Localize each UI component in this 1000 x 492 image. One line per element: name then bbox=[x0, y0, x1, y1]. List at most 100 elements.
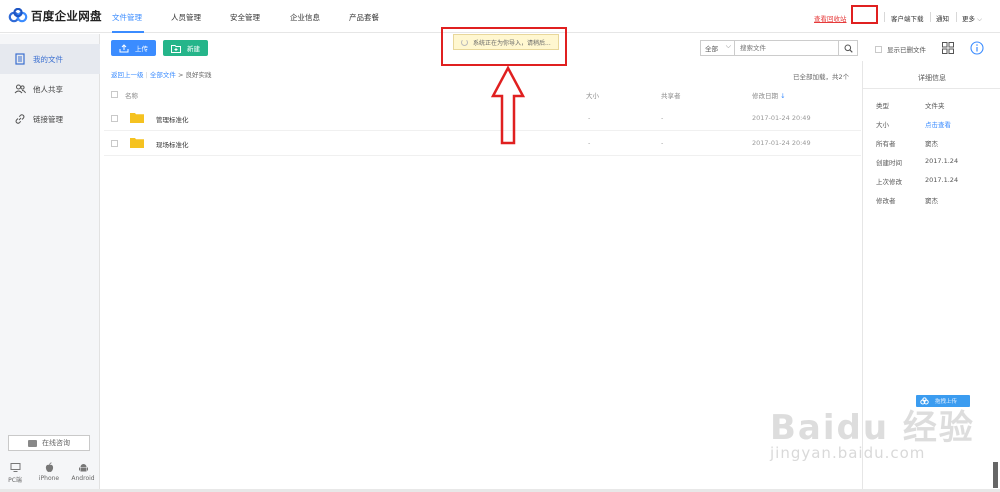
file-name[interactable]: 管理标准化 bbox=[156, 114, 189, 124]
file-size: - bbox=[588, 114, 591, 122]
folder-icon bbox=[130, 113, 144, 123]
row-checkbox[interactable] bbox=[111, 140, 118, 147]
client-download-link[interactable]: 客户端下载 bbox=[891, 13, 924, 23]
nav-product-plans[interactable]: 产品套餐 bbox=[349, 12, 379, 23]
table-row[interactable]: 管理标准化 - - 2017-01-24 20:49 bbox=[104, 106, 861, 131]
upload-label: 上传 bbox=[135, 45, 148, 53]
nav-people-management[interactable]: 人员管理 bbox=[171, 12, 201, 23]
sort-arrow-icon: ↓ bbox=[780, 92, 786, 100]
search-input[interactable] bbox=[734, 40, 839, 56]
detail-value: 文件夹 bbox=[925, 102, 945, 110]
view-size-link[interactable]: 点击查看 bbox=[925, 119, 951, 129]
detail-value: 窦杰 bbox=[925, 140, 938, 148]
loaded-status: 已全部加载，共2个 bbox=[793, 73, 850, 81]
logo[interactable]: 百度企业网盘 bbox=[8, 8, 102, 24]
chat-icon bbox=[28, 439, 37, 447]
device-label: iPhone bbox=[38, 475, 60, 482]
highlight-box-small bbox=[851, 5, 878, 24]
file-size: - bbox=[588, 139, 591, 147]
document-icon bbox=[15, 53, 25, 65]
online-chat-button[interactable]: 在线咨询 bbox=[8, 435, 90, 451]
grid-view-icon[interactable] bbox=[942, 42, 954, 54]
iphone-client-link[interactable]: iPhone bbox=[36, 462, 62, 482]
select-all-checkbox[interactable] bbox=[111, 91, 118, 98]
pc-client-link[interactable]: PC端 bbox=[2, 462, 28, 484]
detail-value: 窦杰 bbox=[925, 197, 938, 205]
file-date: 2017-01-24 20:49 bbox=[752, 114, 811, 122]
divider bbox=[930, 12, 931, 22]
detail-key: 所有者 bbox=[876, 140, 896, 148]
breadcrumb-separator: > bbox=[177, 71, 184, 79]
show-deleted-checkbox[interactable] bbox=[875, 45, 882, 53]
divider bbox=[863, 88, 1000, 89]
column-header-date[interactable]: 修改日期 ↓ bbox=[752, 90, 786, 100]
sidebar-item-shared[interactable]: 他人共享 bbox=[0, 74, 100, 104]
people-icon bbox=[14, 84, 26, 94]
detail-value: 2017.1.24 bbox=[925, 157, 959, 165]
recycle-bin-link[interactable]: 查看回收站 bbox=[814, 13, 847, 23]
divider bbox=[956, 12, 957, 22]
date-header-label: 修改日期 bbox=[752, 92, 778, 100]
upload-button[interactable]: 上传 bbox=[111, 40, 156, 56]
watermark-brand: Baidu 经验 bbox=[770, 408, 975, 448]
info-icon[interactable] bbox=[970, 41, 984, 55]
file-name[interactable]: 现场标准化 bbox=[156, 139, 189, 149]
chevron-down-icon: ⌵ bbox=[977, 15, 983, 23]
folder-icon bbox=[130, 138, 144, 148]
new-folder-button[interactable]: 新建 bbox=[163, 40, 208, 56]
monitor-icon bbox=[10, 463, 20, 472]
file-date: 2017-01-24 20:49 bbox=[752, 139, 811, 147]
breadcrumb-divider: | bbox=[145, 71, 148, 79]
divider bbox=[884, 12, 885, 22]
column-header-size[interactable]: 大小 bbox=[586, 90, 599, 100]
file-sharer: - bbox=[661, 139, 664, 147]
more-menu[interactable]: 更多 ⌵ bbox=[962, 13, 982, 24]
file-sharer: - bbox=[661, 114, 664, 122]
row-checkbox[interactable] bbox=[111, 115, 118, 122]
search-scope-select[interactable]: 全部 bbox=[700, 40, 734, 56]
scope-value: 全部 bbox=[705, 45, 718, 53]
notifications-link[interactable]: 通知 bbox=[936, 13, 949, 23]
breadcrumb-current: 良好实践 bbox=[185, 71, 212, 79]
sidebar: 我的文件 他人共享 链接管理 在线咨询 PC端 iPhone Android bbox=[0, 34, 100, 492]
back-link[interactable]: 返回上一级 bbox=[111, 71, 144, 79]
column-header-sharer[interactable]: 共享者 bbox=[661, 90, 681, 100]
search-icon bbox=[844, 44, 853, 53]
sidebar-item-label: 他人共享 bbox=[33, 84, 63, 94]
detail-title: 详细信息 bbox=[918, 74, 946, 82]
logo-text: 百度企业网盘 bbox=[31, 9, 102, 23]
android-client-link[interactable]: Android bbox=[70, 462, 96, 482]
breadcrumb: 返回上一级 | 全部文件 > 良好实践 bbox=[111, 69, 211, 79]
detail-value: 2017.1.24 bbox=[925, 176, 959, 184]
detail-key: 上次修改 bbox=[876, 178, 902, 186]
column-header-name[interactable]: 名称 bbox=[125, 90, 138, 100]
annotation-arrow bbox=[490, 66, 526, 145]
sidebar-item-label: 我的文件 bbox=[33, 54, 63, 64]
table-row[interactable]: 现场标准化 - - 2017-01-24 20:49 bbox=[104, 131, 861, 156]
sidebar-item-links[interactable]: 链接管理 bbox=[0, 104, 100, 134]
all-files-link[interactable]: 全部文件 bbox=[150, 71, 176, 79]
nav-security-management[interactable]: 安全管理 bbox=[230, 12, 260, 23]
detail-key: 大小 bbox=[876, 121, 889, 129]
link-icon bbox=[15, 114, 25, 124]
baidu-cloud-logo-icon bbox=[8, 8, 28, 23]
device-label: PC端 bbox=[8, 477, 22, 484]
search-button[interactable] bbox=[839, 40, 858, 56]
scrollbar-thumb[interactable] bbox=[993, 462, 998, 488]
sidebar-item-label: 链接管理 bbox=[33, 114, 63, 124]
new-label: 新建 bbox=[187, 45, 200, 53]
detail-key: 类型 bbox=[876, 102, 889, 110]
nav-company-info[interactable]: 企业信息 bbox=[290, 12, 320, 23]
nav-file-management[interactable]: 文件管理 bbox=[112, 12, 142, 23]
new-folder-icon bbox=[171, 44, 181, 53]
apple-icon bbox=[45, 462, 53, 472]
watermark-url: jingyan.baidu.com bbox=[770, 444, 926, 462]
device-label: Android bbox=[71, 475, 95, 482]
upload-icon bbox=[119, 43, 129, 52]
highlight-box bbox=[441, 27, 567, 66]
sidebar-item-my-files[interactable]: 我的文件 bbox=[0, 44, 100, 74]
show-deleted-label: 显示已删文件 bbox=[887, 46, 926, 54]
online-chat-label: 在线咨询 bbox=[42, 439, 70, 447]
show-deleted-toggle[interactable]: 显示已删文件 bbox=[875, 44, 926, 54]
android-icon bbox=[78, 464, 88, 472]
